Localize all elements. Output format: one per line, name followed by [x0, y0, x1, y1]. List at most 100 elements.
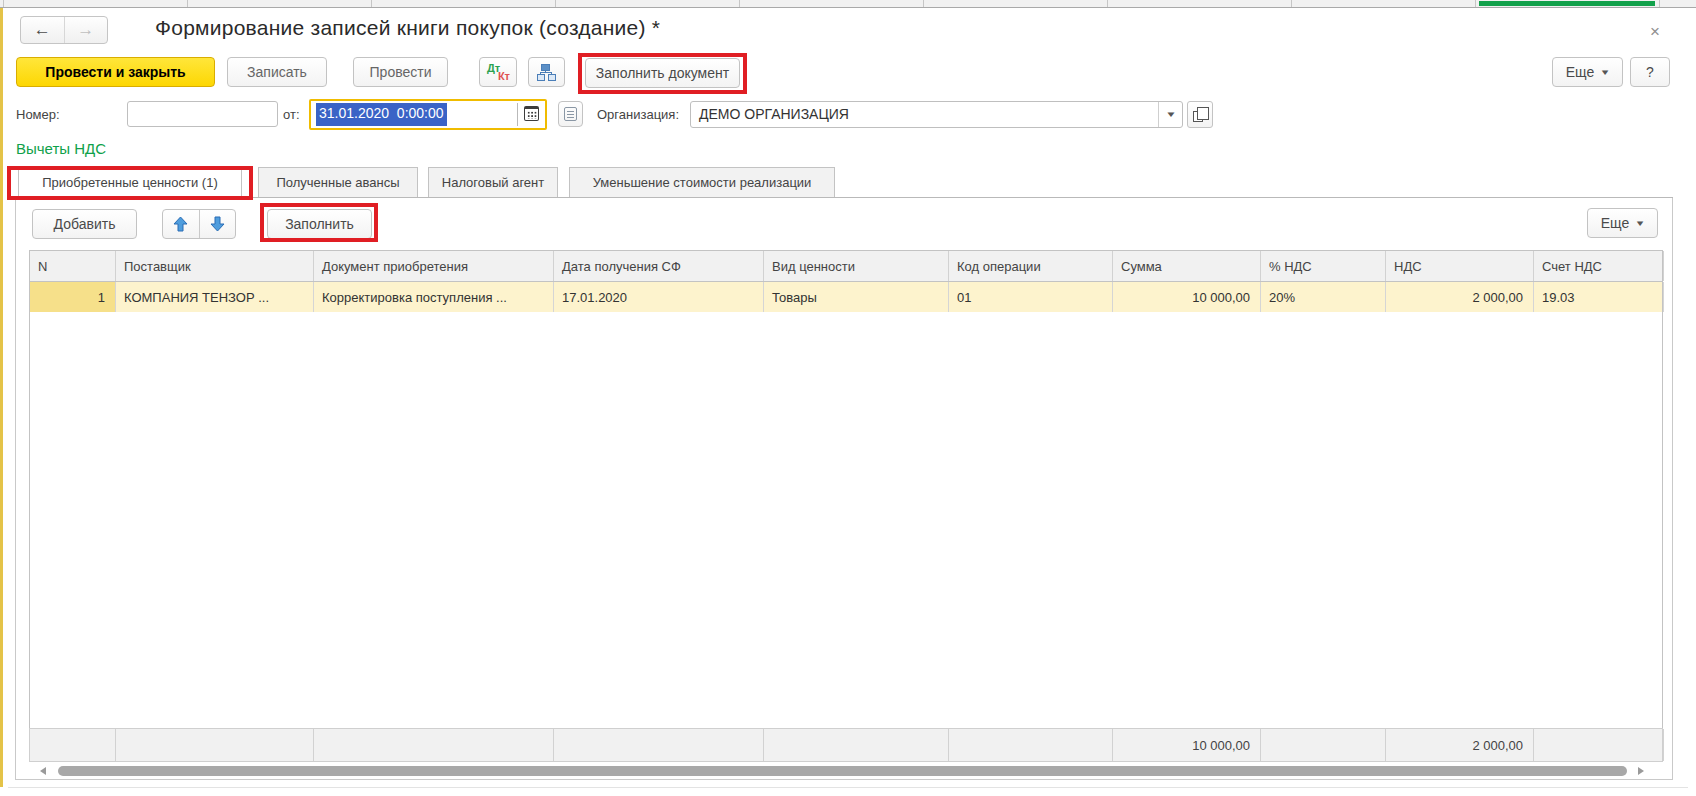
table-cell	[1261, 729, 1386, 761]
number-input[interactable]	[127, 101, 278, 127]
background-app-strip	[0, 0, 1696, 8]
table-cell[interactable]: 2 000,00	[1386, 282, 1534, 312]
purchases-table: NПоставщикДокумент приобретенияДата полу…	[29, 250, 1663, 762]
date-label: от:	[283, 107, 300, 122]
forward-arrow-icon: →	[77, 20, 94, 40]
help-button[interactable]: ?	[1630, 57, 1670, 87]
strip-separator	[1475, 0, 1476, 7]
table-cell[interactable]: 10 000,00	[1113, 282, 1261, 312]
table-row[interactable]: 1КОМПАНИЯ ТЕНЗОР ...Корректировка поступ…	[29, 282, 1663, 312]
move-row-buttons	[162, 209, 236, 239]
back-button[interactable]: ←	[21, 17, 65, 43]
show-postings-button[interactable]: Дт Кт	[479, 57, 517, 87]
active-section-indicator	[1479, 1, 1655, 6]
strip-separator	[739, 0, 740, 7]
date-input[interactable]: 31.01.2020 0:00:00	[309, 99, 547, 130]
organization-open-button[interactable]	[1187, 101, 1213, 128]
tab-sales-cost-reduction[interactable]: Уменьшение стоимости реализации	[569, 167, 835, 197]
column-header[interactable]: N	[30, 251, 116, 281]
organization-value: ДЕМО ОРГАНИЗАЦИЯ	[699, 106, 849, 122]
chevron-down-icon: ▼	[1635, 219, 1646, 228]
table-cell: 2 000,00	[1386, 729, 1534, 761]
organization-label: Организация:	[597, 107, 679, 122]
close-icon[interactable]: ×	[1650, 22, 1660, 42]
more-button-top[interactable]: Еще ▼	[1552, 57, 1623, 87]
table-cell[interactable]: 20%	[1261, 282, 1386, 312]
table-cell	[30, 729, 116, 761]
tab-received-advances[interactable]: Полученные авансы	[258, 167, 418, 197]
table-cell[interactable]: 01	[949, 282, 1113, 312]
strip-separator	[371, 0, 372, 7]
more-label: Еще	[1566, 64, 1595, 80]
move-down-button[interactable]	[200, 210, 236, 238]
panel-border	[15, 779, 1673, 780]
section-heading: Вычеты НДС	[16, 140, 106, 157]
add-row-button[interactable]: Добавить	[32, 209, 137, 239]
horizontal-scrollbar-thumb[interactable]	[58, 766, 1627, 776]
column-header[interactable]: Вид ценности	[764, 251, 949, 281]
tab-tax-agent[interactable]: Налоговый агент	[428, 167, 558, 197]
table-cell	[554, 729, 764, 761]
save-button[interactable]: Записать	[227, 57, 327, 87]
table-cell	[764, 729, 949, 761]
more-button-table[interactable]: Еще ▼	[1587, 208, 1658, 238]
highlight-active-tab	[7, 166, 253, 200]
highlight-fill-table	[260, 203, 378, 242]
highlight-fill-document	[578, 53, 747, 94]
table-cell: 10 000,00	[1113, 729, 1261, 761]
strip-separator	[3, 0, 4, 7]
page-title: Формирование записей книги покупок (созд…	[155, 16, 660, 40]
post-and-close-button[interactable]: Провести и закрыть	[16, 57, 215, 87]
table-cell	[1534, 729, 1664, 761]
organization-input[interactable]: ДЕМО ОРГАНИЗАЦИЯ ▼	[690, 101, 1183, 128]
structure-icon	[537, 64, 556, 81]
more-label: Еще	[1601, 215, 1630, 231]
table-cell[interactable]: КОМПАНИЯ ТЕНЗОР ...	[116, 282, 314, 312]
list-icon	[564, 107, 577, 121]
calendar-icon[interactable]	[524, 106, 539, 121]
date-selected-text: 31.01.2020 0:00:00	[316, 103, 447, 126]
nav-history-buttons: ← →	[20, 16, 108, 44]
move-up-button[interactable]	[163, 210, 200, 238]
column-header[interactable]: Поставщик	[116, 251, 314, 281]
column-header[interactable]: Счет НДС	[1534, 251, 1664, 281]
strip-separator	[187, 0, 188, 7]
column-header[interactable]: % НДС	[1261, 251, 1386, 281]
window-edge-accent	[0, 8, 3, 787]
organization-dropdown-button[interactable]: ▼	[1158, 102, 1182, 127]
forward-button[interactable]: →	[65, 17, 108, 43]
panel-border	[15, 198, 16, 779]
strip-separator	[1291, 0, 1292, 7]
post-button[interactable]: Провести	[353, 57, 448, 87]
number-label: Номер:	[16, 107, 60, 122]
table-empty-area[interactable]	[29, 312, 1663, 728]
column-header[interactable]: Сумма	[1113, 251, 1261, 281]
column-header[interactable]: Дата получения СФ	[554, 251, 764, 281]
table-cell[interactable]: 19.03	[1534, 282, 1664, 312]
document-window: ← → Формирование записей книги покупок (…	[0, 0, 1696, 796]
table-cell[interactable]: 1	[30, 282, 116, 312]
column-header[interactable]: Код операции	[949, 251, 1113, 281]
table-footer-row: 10 000,00 2 000,00	[29, 728, 1663, 762]
scrollbar-left-arrow[interactable]	[40, 767, 46, 775]
arrow-down-icon	[210, 216, 225, 232]
table-cell[interactable]: 17.01.2020	[554, 282, 764, 312]
chevron-down-icon: ▼	[1600, 68, 1611, 77]
tabbar-baseline	[15, 197, 1673, 198]
table-cell	[949, 729, 1113, 761]
table-cell[interactable]: Товары	[764, 282, 949, 312]
strip-separator	[1107, 0, 1108, 7]
column-header[interactable]: Документ приобретения	[314, 251, 554, 281]
strip-separator	[555, 0, 556, 7]
kt-label: Кт	[498, 71, 510, 82]
document-structure-button[interactable]	[528, 57, 565, 87]
history-list-button[interactable]	[558, 101, 583, 127]
arrow-up-icon	[173, 216, 188, 232]
table-cell[interactable]: Корректировка поступления ...	[314, 282, 554, 312]
open-link-icon	[1193, 111, 1203, 122]
table-cell	[314, 729, 554, 761]
table-header-row: NПоставщикДокумент приобретенияДата полу…	[29, 250, 1663, 282]
column-header[interactable]: НДС	[1386, 251, 1534, 281]
scrollbar-right-arrow[interactable]	[1638, 767, 1644, 775]
chevron-down-icon: ▼	[1165, 110, 1177, 119]
